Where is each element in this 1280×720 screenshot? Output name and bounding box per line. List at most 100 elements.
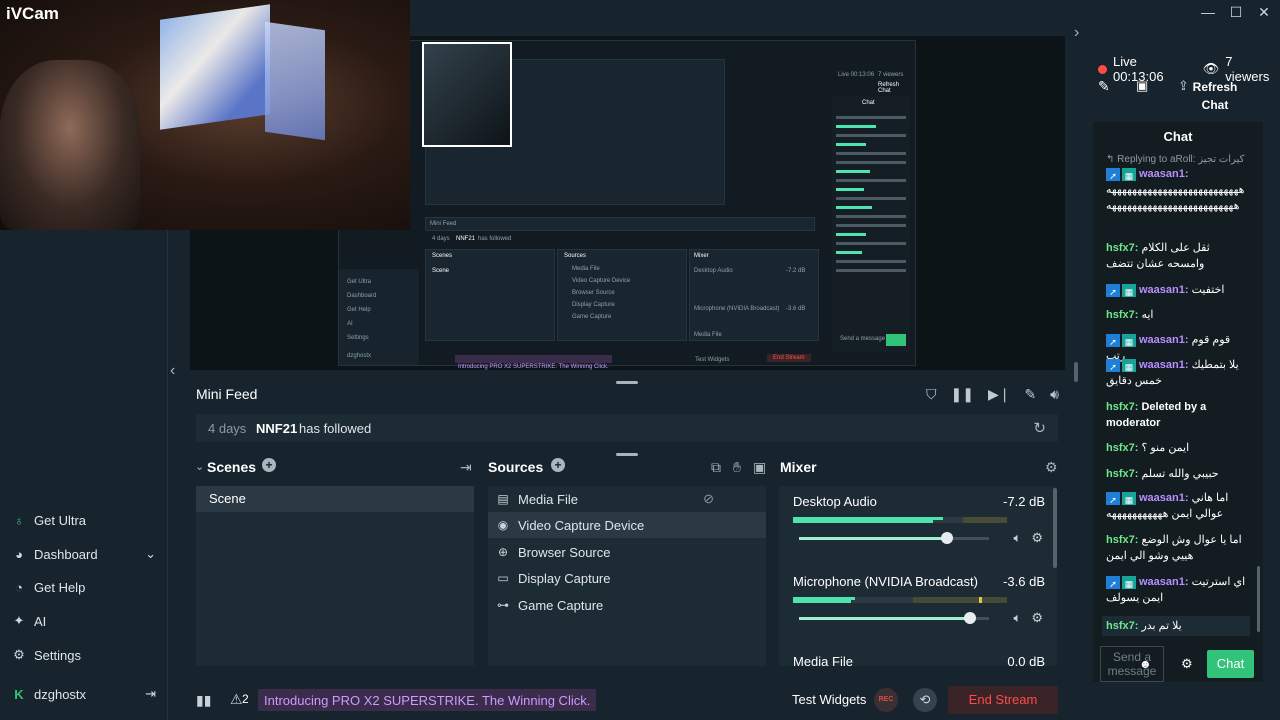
resize-handle[interactable]: [616, 453, 638, 456]
collapse-right-icon[interactable]: ›: [1074, 24, 1079, 42]
minimize-icon[interactable]: —: [1198, 4, 1218, 20]
alert-icon[interactable]: ⚠: [230, 691, 243, 708]
stats-icon[interactable]: ▮▮: [196, 692, 211, 709]
chat-username[interactable]: waasan1:: [1139, 284, 1189, 296]
feed-action: has followed: [299, 421, 372, 436]
chevron-down-icon[interactable]: ⌄: [195, 460, 204, 473]
chat-username[interactable]: waasan1:: [1139, 334, 1189, 346]
source-item-browser[interactable]: ⊕ Browser Source: [488, 539, 766, 565]
end-stream-button[interactable]: End Stream: [948, 686, 1058, 714]
chat-username[interactable]: hsfx7:: [1106, 309, 1138, 321]
volume-slider-fill: [799, 617, 970, 620]
add-scene-icon[interactable]: +: [262, 458, 276, 472]
sidebar-user[interactable]: K dzghostx ⇥: [12, 686, 156, 702]
emoji-icon[interactable]: ☻: [1139, 657, 1152, 671]
scene-item[interactable]: Scene: [196, 486, 474, 512]
gear-icon[interactable]: ⚙: [1031, 610, 1043, 626]
source-layout-icon[interactable]: ⧉: [711, 459, 721, 476]
sparkle-icon: ✦: [13, 613, 25, 628]
source-hand-icon[interactable]: ✋︎: [733, 459, 741, 476]
chat-text: حبيبي والله تسلم: [1141, 468, 1219, 480]
chat-username[interactable]: waasan1:: [1139, 359, 1189, 371]
chat-username[interactable]: waasan1:: [1139, 168, 1189, 180]
promo-banner[interactable]: Introducing PRO X2 SUPERSTRIKE. The Winn…: [258, 689, 597, 711]
test-widgets-button[interactable]: Test Widgets: [792, 692, 866, 707]
sidebar-item-get-ultra[interactable]: ♁ Get Ultra: [12, 513, 86, 528]
chat-message: hsfx7: يلا تم بدر: [1102, 616, 1250, 636]
chat-text: ايمن منو ؟: [1141, 442, 1190, 454]
skip-icon[interactable]: ▶❘: [988, 386, 1011, 403]
mixer-scrollbar[interactable]: [1053, 488, 1057, 568]
verified-badge-icon: ➚: [1106, 333, 1120, 347]
chat-username[interactable]: hsfx7:: [1106, 620, 1138, 632]
chat-send-button[interactable]: Chat: [1207, 650, 1254, 678]
chat-message-input[interactable]: Send a message: [1100, 646, 1164, 682]
add-source-icon[interactable]: +: [551, 458, 565, 472]
chat-username[interactable]: hsfx7:: [1106, 534, 1138, 546]
source-label: Display Capture: [518, 570, 611, 586]
folder-icon[interactable]: ▣: [753, 459, 766, 476]
preview-text: -3.6 dB: [786, 306, 806, 312]
preview-text: Get Ultra: [347, 279, 372, 285]
subscriber-badge-icon: ▦: [1122, 333, 1136, 347]
chat-username[interactable]: hsfx7:: [1106, 401, 1138, 413]
preview-scrollbar[interactable]: [1074, 362, 1078, 382]
chat-message: ➚ ▦ waasan1: اختفيت: [1106, 282, 1248, 298]
mute-alerts-icon[interactable]: ✎: [1024, 386, 1036, 403]
sidebar-item-label: Get Help: [34, 580, 86, 595]
sidebar-item-dashboard[interactable]: ◕ Dashboard ⌄: [12, 546, 156, 562]
collapse-left-icon[interactable]: ‹: [170, 362, 175, 380]
transition-icon[interactable]: ⇥: [460, 459, 472, 476]
refresh-chat-button[interactable]: Refresh Chat: [1190, 78, 1240, 114]
volume-icon[interactable]: 🔊︎: [1050, 386, 1059, 403]
pause-icon[interactable]: ❚❚: [950, 386, 973, 403]
preview-text: Live 00:13:06: [838, 72, 875, 78]
sidebar-item-settings[interactable]: ⚙ Settings: [12, 647, 81, 663]
preview-text: Sources: [564, 253, 587, 259]
close-icon[interactable]: ✕: [1254, 4, 1274, 21]
chevron-down-icon[interactable]: ⌄: [145, 546, 156, 562]
source-item-media-file[interactable]: ▤ Media File ⊘: [488, 486, 766, 512]
volume-slider-knob[interactable]: [964, 612, 976, 624]
logout-icon[interactable]: ⇥: [145, 686, 156, 702]
volume-slider[interactable]: [799, 612, 989, 624]
gear-icon[interactable]: ⚙: [1045, 459, 1058, 476]
webcam-person: [0, 60, 140, 230]
maximize-icon[interactable]: ☐: [1226, 4, 1246, 21]
feed-username[interactable]: NNF21: [256, 421, 297, 436]
speaker-icon[interactable]: 🔈︎: [1014, 610, 1022, 626]
chat-username[interactable]: waasan1:: [1139, 576, 1189, 588]
speaker-icon[interactable]: 🔈︎: [1014, 530, 1022, 546]
chat-username[interactable]: hsfx7:: [1106, 442, 1138, 454]
hidden-eye-icon[interactable]: ⊘: [703, 491, 714, 507]
sidebar-item-ai[interactable]: ✦ AI: [12, 613, 47, 629]
popout-icon[interactable]: ▣: [1136, 78, 1148, 94]
gear-icon[interactable]: ⚙: [1031, 530, 1043, 546]
mixer-channel-name: Media File: [793, 654, 853, 666]
replay-buffer-icon[interactable]: ⟲: [913, 688, 937, 712]
source-label: Game Capture: [518, 597, 604, 613]
source-item-game[interactable]: ⊶ Game Capture: [488, 592, 766, 618]
source-item-video-capture[interactable]: ◉ Video Capture Device: [488, 512, 766, 538]
share-icon[interactable]: ⇪: [1178, 78, 1189, 94]
record-button[interactable]: REC: [874, 688, 898, 712]
preview-text: Mini Feed: [430, 221, 457, 227]
filter-icon[interactable]: ⛉: [926, 386, 937, 403]
volume-slider[interactable]: [799, 532, 989, 544]
preview-text: Microphone (NVIDIA Broadcast): [694, 306, 780, 312]
chat-username[interactable]: waasan1:: [1139, 492, 1189, 504]
preview-text: Scene: [432, 268, 450, 274]
chat-scrollbar[interactable]: [1257, 566, 1260, 632]
pencil-icon[interactable]: ✎: [1098, 78, 1110, 95]
preview-text: NNF21: [456, 236, 476, 242]
chat-username[interactable]: hsfx7:: [1106, 242, 1138, 254]
replay-alert-icon[interactable]: ↻: [1033, 419, 1046, 437]
source-item-display[interactable]: ▭ Display Capture: [488, 565, 766, 591]
volume-slider-knob[interactable]: [941, 532, 954, 544]
chat-username[interactable]: hsfx7:: [1106, 468, 1138, 480]
sidebar-item-get-help[interactable]: ◔ Get Help: [12, 580, 85, 595]
verified-badge-icon: ➚: [1106, 358, 1120, 372]
live-dot-icon: [1098, 64, 1107, 74]
gear-icon[interactable]: ⚙: [1181, 656, 1193, 672]
preview-text: Browser Source: [572, 290, 615, 296]
